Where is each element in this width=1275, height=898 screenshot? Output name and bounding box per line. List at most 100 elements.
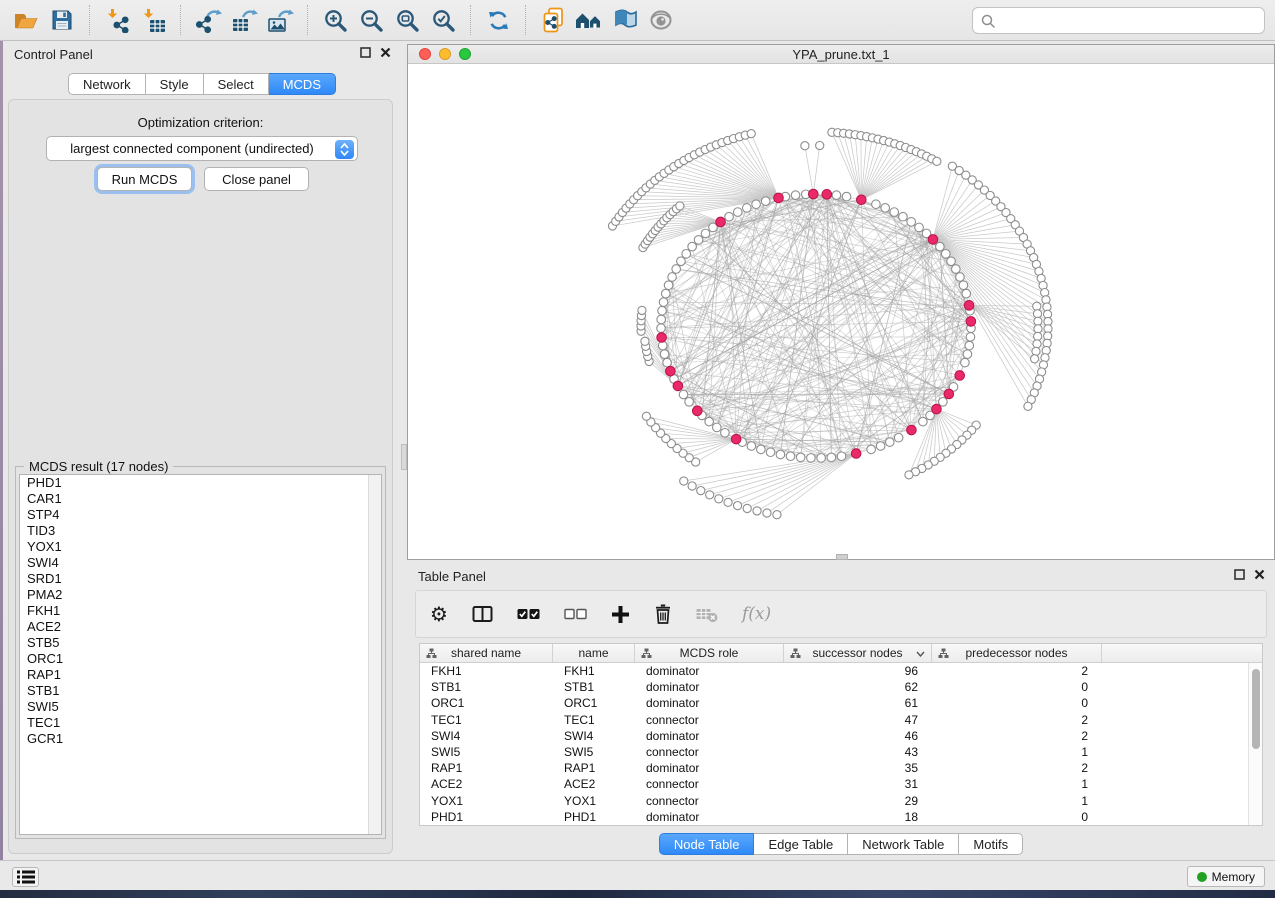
ring-node[interactable]	[907, 218, 916, 227]
ring-node[interactable]	[733, 208, 742, 217]
ring-node[interactable]	[663, 358, 672, 367]
close-window-icon[interactable]	[419, 48, 431, 60]
select-all-icon[interactable]	[517, 607, 540, 621]
ring-node[interactable]	[705, 417, 714, 426]
mcds-result-item[interactable]: PHD1	[20, 475, 381, 491]
satellite-node[interactable]	[688, 482, 696, 490]
tab-motifs[interactable]: Motifs	[959, 833, 1023, 855]
mcds-result-item[interactable]: ORC1	[20, 651, 381, 667]
mcds-result-item[interactable]: STB5	[20, 635, 381, 651]
float-panel-icon[interactable]	[1234, 569, 1245, 580]
network-document-button[interactable]	[535, 3, 571, 37]
satellite-node[interactable]	[733, 501, 741, 509]
satellite-node[interactable]	[1033, 340, 1041, 348]
mcds-list-scrollbar[interactable]	[368, 475, 381, 834]
mcds-result-item[interactable]: PMA2	[20, 587, 381, 603]
ring-node[interactable]	[894, 433, 903, 442]
ring-node[interactable]	[885, 438, 894, 447]
ring-node[interactable]	[752, 200, 761, 209]
satellite-node[interactable]	[753, 507, 761, 515]
delete-column-icon[interactable]	[654, 604, 672, 624]
satellite-node[interactable]	[1031, 355, 1039, 363]
ring-node[interactable]	[742, 204, 751, 213]
ring-node[interactable]	[915, 223, 924, 232]
mcds-result-item[interactable]: SWI4	[20, 555, 381, 571]
hub-node[interactable]	[692, 406, 702, 416]
tab-select[interactable]: Select	[204, 73, 269, 95]
ring-node[interactable]	[837, 452, 846, 461]
table-row[interactable]: STB1STB1dominator620	[420, 679, 1262, 695]
satellite-node[interactable]	[638, 306, 646, 314]
table-row[interactable]: YOX1YOX1connector291	[420, 793, 1262, 809]
satellite-node[interactable]	[905, 471, 913, 479]
ring-node[interactable]	[947, 257, 956, 266]
ring-node[interactable]	[936, 242, 945, 251]
criterion-dropdown[interactable]: largest connected component (undirected)	[46, 136, 358, 161]
mcds-result-item[interactable]: FKH1	[20, 603, 381, 619]
hub-node[interactable]	[955, 371, 965, 381]
add-column-icon[interactable]	[611, 605, 630, 624]
houses-button[interactable]	[571, 3, 607, 37]
table-row[interactable]: ORC1ORC1dominator610	[420, 695, 1262, 711]
ring-node[interactable]	[791, 191, 800, 200]
task-history-button[interactable]	[12, 867, 39, 887]
column-panes-icon[interactable]	[472, 605, 493, 623]
refresh-view-button[interactable]	[480, 3, 516, 37]
tab-edge-table[interactable]: Edge Table	[754, 833, 848, 855]
zoom-out-button[interactable]	[353, 3, 389, 37]
ring-node[interactable]	[713, 423, 722, 432]
import-network-button[interactable]	[99, 3, 135, 37]
deselect-all-icon[interactable]	[564, 607, 587, 621]
mcds-result-item[interactable]: YOX1	[20, 539, 381, 555]
ring-node[interactable]	[682, 250, 691, 259]
run-mcds-button[interactable]: Run MCDS	[97, 167, 192, 191]
satellite-node[interactable]	[801, 142, 809, 150]
horizontal-split-handle[interactable]	[836, 554, 848, 560]
ring-node[interactable]	[660, 350, 669, 359]
ring-node[interactable]	[899, 212, 908, 221]
ring-node[interactable]	[842, 192, 851, 201]
ring-node[interactable]	[747, 442, 756, 451]
ring-node[interactable]	[807, 454, 816, 463]
ring-node[interactable]	[766, 448, 775, 457]
ring-node[interactable]	[881, 204, 890, 213]
ring-node[interactable]	[757, 445, 766, 454]
satellite-node[interactable]	[715, 495, 723, 503]
network-view[interactable]	[408, 64, 1274, 559]
satellite-node[interactable]	[1033, 302, 1041, 310]
satellite-node[interactable]	[642, 412, 650, 420]
minimize-window-icon[interactable]	[439, 48, 451, 60]
ring-node[interactable]	[919, 417, 928, 426]
ring-node[interactable]	[962, 289, 971, 298]
ring-node[interactable]	[817, 454, 826, 463]
hub-node[interactable]	[774, 193, 784, 203]
import-table-button[interactable]	[135, 3, 171, 37]
tab-network[interactable]: Network	[68, 73, 146, 95]
ring-node[interactable]	[952, 265, 961, 274]
ring-node[interactable]	[939, 398, 948, 407]
satellite-node[interactable]	[680, 477, 688, 485]
ring-node[interactable]	[966, 333, 975, 342]
satellite-node[interactable]	[816, 141, 824, 149]
table-row[interactable]: PHD1PHD1dominator180	[420, 809, 1262, 825]
ring-node[interactable]	[867, 445, 876, 454]
export-image-button[interactable]	[262, 3, 298, 37]
tab-style[interactable]: Style	[146, 73, 204, 95]
mcds-result-item[interactable]: SRD1	[20, 571, 381, 587]
satellite-node[interactable]	[1034, 317, 1042, 325]
column-header-name[interactable]: name	[553, 644, 635, 662]
ring-node[interactable]	[941, 250, 950, 259]
ring-node[interactable]	[721, 428, 730, 437]
zoom-selected-button[interactable]	[425, 3, 461, 37]
ring-node[interactable]	[685, 398, 694, 407]
hide-eye-button[interactable]	[643, 3, 679, 37]
ring-node[interactable]	[688, 242, 697, 251]
ring-node[interactable]	[827, 453, 836, 462]
zoom-fit-button[interactable]	[389, 3, 425, 37]
mcds-result-item[interactable]: CAR1	[20, 491, 381, 507]
table-row[interactable]: FKH1FKH1dominator962	[420, 663, 1262, 679]
satellite-node[interactable]	[747, 130, 755, 138]
zoom-in-button[interactable]	[317, 3, 353, 37]
table-row[interactable]: SWI4SWI4dominator462	[420, 728, 1262, 744]
ring-node[interactable]	[657, 324, 666, 333]
